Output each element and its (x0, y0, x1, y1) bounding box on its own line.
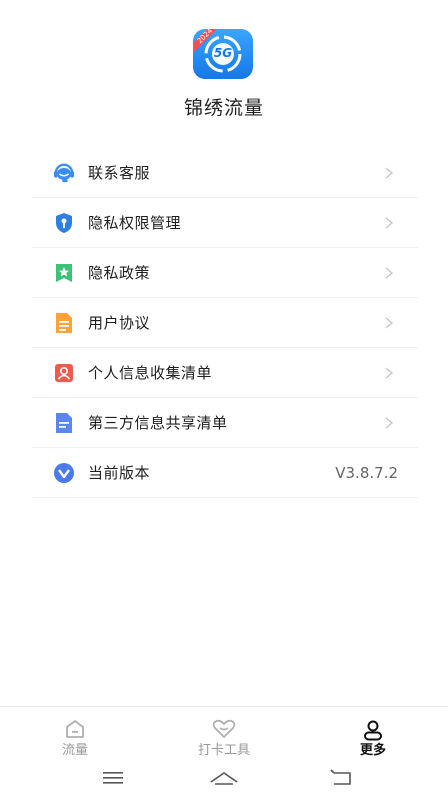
user-icon (364, 720, 382, 741)
home-nav-icon[interactable] (209, 768, 239, 788)
tab-checkin-tools[interactable]: 打卡工具 (164, 707, 284, 765)
menu-item-current-version[interactable]: 当前版本 V3.8.7.2 (32, 448, 418, 498)
version-icon (53, 462, 75, 484)
menu-item-third-party-sharing[interactable]: 第三方信息共享清单 (32, 398, 418, 448)
menu-label: 用户协议 (88, 314, 151, 332)
chevron-right-icon (385, 217, 394, 228)
logo-text: 5G (213, 46, 233, 60)
menu-label: 第三方信息共享清单 (88, 414, 228, 432)
menu-label: 个人信息收集清单 (88, 364, 213, 382)
menu-item-privacy-permissions[interactable]: 隐私权限管理 (32, 198, 418, 248)
chevron-right-icon (385, 417, 394, 428)
menu-label: 当前版本 (88, 464, 151, 482)
chevron-right-icon (385, 167, 394, 178)
customer-service-icon (53, 162, 75, 184)
version-value: V3.8.7.2 (335, 463, 398, 482)
person-card-icon (53, 362, 75, 384)
menu-label: 隐私政策 (88, 264, 151, 282)
tab-traffic[interactable]: 流量 (15, 707, 135, 765)
document-icon (53, 312, 75, 334)
menu-icon[interactable] (101, 768, 125, 788)
menu-item-customer-service[interactable]: 联系客服 (32, 148, 418, 198)
menu-label: 联系客服 (88, 164, 151, 182)
menu-item-personal-info-list[interactable]: 个人信息收集清单 (32, 348, 418, 398)
app-logo: 2024 5G (193, 29, 253, 79)
chevron-right-icon (385, 367, 394, 378)
settings-menu: 联系客服 隐私权限管理 隐私政策 用户协议 个人信息收集清单 第三方信息共享清单… (32, 148, 418, 498)
chevron-right-icon (385, 317, 394, 328)
privacy-shield-icon (53, 212, 75, 234)
menu-label: 隐私权限管理 (88, 214, 182, 232)
menu-item-privacy-policy[interactable]: 隐私政策 (32, 248, 418, 298)
tab-label: 更多 (359, 743, 386, 758)
home-icon (66, 720, 84, 738)
share-list-icon (53, 412, 75, 434)
tab-more[interactable]: 更多 (313, 707, 433, 765)
bottom-tab-bar: 流量 打卡工具 更多 (0, 706, 448, 765)
tab-label: 打卡工具 (197, 743, 250, 758)
menu-item-user-agreement[interactable]: 用户协议 (32, 298, 418, 348)
chevron-right-icon (385, 267, 394, 278)
tab-label: 流量 (61, 743, 88, 758)
system-nav-bar (0, 764, 448, 798)
back-icon[interactable] (330, 768, 354, 788)
heart-icon (212, 719, 236, 738)
app-name: 锦绣流量 (183, 97, 264, 119)
bookmark-icon (53, 262, 75, 284)
